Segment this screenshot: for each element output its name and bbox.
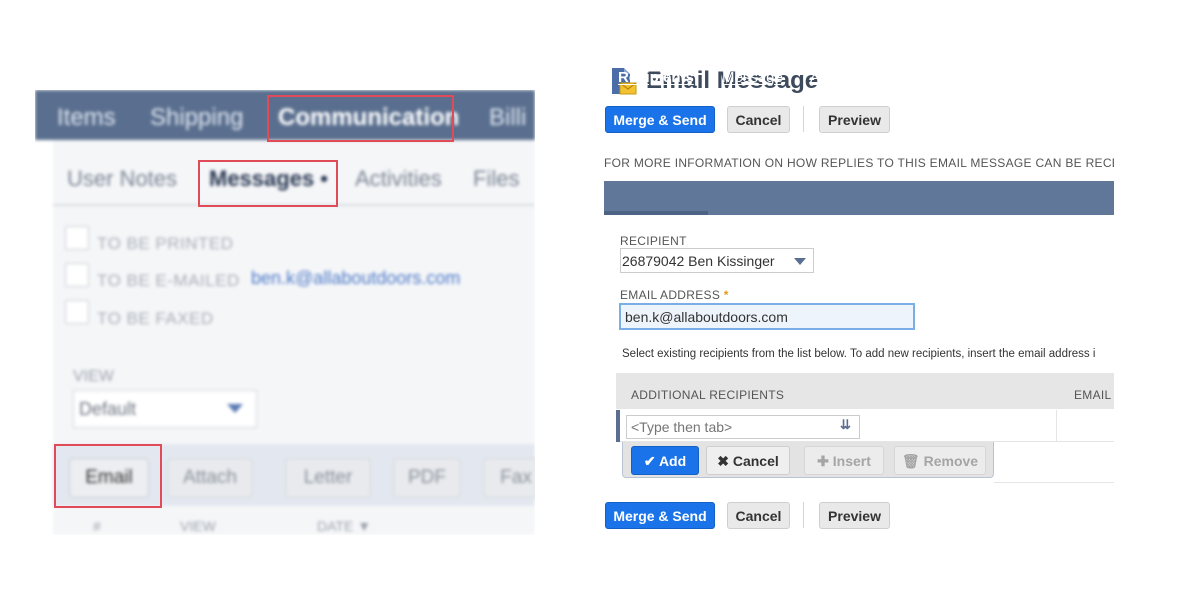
record-email-link[interactable]: ben.k@allaboutdoors.com bbox=[251, 268, 460, 289]
plus-icon: ✚ bbox=[817, 453, 829, 469]
active-row-marker bbox=[616, 410, 620, 442]
subtab-activities[interactable]: Activities bbox=[355, 166, 442, 192]
recipients-hint: Select existing recipients from the list… bbox=[622, 348, 1096, 360]
fax-button[interactable]: Fax bbox=[483, 458, 535, 498]
highlight-communication-tab bbox=[267, 95, 454, 142]
recipient-label: RECIPIENT bbox=[620, 234, 687, 248]
add-label: Add bbox=[658, 453, 687, 469]
column-additional-recipients: ADDITIONAL RECIPIENTS bbox=[631, 388, 785, 402]
recipient-select-value: 26879042 Ben Kissinger bbox=[622, 253, 775, 269]
preview-button[interactable]: Preview bbox=[819, 106, 890, 133]
insert-button[interactable]: ✚ Insert bbox=[804, 446, 884, 475]
view-select-value: Default bbox=[79, 399, 137, 419]
toolbar-divider bbox=[803, 106, 804, 132]
to-be-emailed-label: TO BE E-MAILED bbox=[97, 271, 240, 290]
to-be-printed-checkbox[interactable] bbox=[65, 226, 89, 250]
tab-attachments[interactable]: Attachments bbox=[810, 69, 893, 86]
chevron-down-icon bbox=[227, 404, 243, 413]
email-address-label-text: EMAIL ADDRESS bbox=[620, 288, 721, 302]
cancel-button-bottom[interactable]: Cancel bbox=[727, 502, 790, 529]
column-view: VIEW bbox=[180, 518, 216, 534]
close-icon: ✖ bbox=[717, 453, 729, 469]
remove-label: Remove bbox=[923, 453, 979, 469]
to-be-emailed-checkbox[interactable] bbox=[65, 263, 89, 287]
check-icon: ✔ bbox=[643, 453, 656, 469]
info-text: FOR MORE INFORMATION ON HOW REPLIES TO T… bbox=[604, 156, 1114, 170]
row-cancel-label: Cancel bbox=[732, 453, 779, 469]
attach-button[interactable]: Attach bbox=[167, 458, 253, 498]
column-number: # bbox=[93, 518, 101, 534]
form-subtab-bar bbox=[604, 181, 1114, 215]
preview-button-bottom[interactable]: Preview bbox=[819, 502, 890, 529]
row-cell-divider bbox=[1056, 410, 1057, 442]
cancel-button[interactable]: Cancel bbox=[727, 106, 790, 133]
tab-recipients[interactable]: Recipients bbox=[618, 69, 694, 86]
additional-recipient-input[interactable] bbox=[626, 415, 860, 439]
double-chevron-down-icon[interactable]: ⇊ bbox=[840, 417, 851, 433]
tab-billing[interactable]: Billi bbox=[489, 104, 526, 132]
remove-button[interactable]: 🗑 Remove bbox=[894, 446, 986, 475]
email-address-input[interactable] bbox=[619, 303, 915, 330]
active-tab-indicator bbox=[604, 211, 708, 215]
grid-bottom-border bbox=[994, 482, 1114, 483]
highlight-messages-subtab bbox=[198, 160, 338, 207]
column-date[interactable]: DATE ▼ bbox=[317, 518, 371, 534]
to-be-faxed-checkbox[interactable] bbox=[65, 300, 89, 324]
insert-label: Insert bbox=[832, 453, 871, 469]
tab-shipping[interactable]: Shipping bbox=[150, 104, 243, 132]
toolbar-divider-bottom bbox=[803, 502, 804, 528]
subtab-files[interactable]: Files bbox=[473, 166, 519, 192]
to-be-faxed-label: TO BE FAXED bbox=[97, 309, 214, 328]
email-message-form: Email Message Merge & Send Cancel Previe… bbox=[604, 60, 1114, 540]
email-address-label: EMAIL ADDRESS * bbox=[620, 288, 729, 302]
trash-icon: 🗑 bbox=[901, 453, 920, 469]
letter-button[interactable]: Letter bbox=[285, 458, 371, 498]
tab-message[interactable]: Message bbox=[722, 69, 783, 86]
record-communication-panel: Items Shipping Communication Billi User … bbox=[35, 90, 535, 535]
add-button[interactable]: ✔ Add bbox=[631, 446, 699, 475]
view-label: VIEW bbox=[73, 368, 114, 385]
required-marker: * bbox=[723, 288, 729, 302]
highlight-email-button bbox=[54, 444, 162, 508]
to-be-printed-label: TO BE PRINTED bbox=[97, 234, 234, 253]
tab-items[interactable]: Items bbox=[57, 104, 116, 132]
column-email: EMAIL bbox=[1074, 388, 1112, 402]
pdf-button[interactable]: PDF bbox=[393, 458, 461, 498]
row-cancel-button[interactable]: ✖ Cancel bbox=[706, 446, 790, 475]
chevron-down-icon[interactable] bbox=[794, 258, 806, 265]
subtab-user-notes[interactable]: User Notes bbox=[67, 166, 177, 192]
merge-send-button-bottom[interactable]: Merge & Send bbox=[605, 502, 715, 529]
merge-send-button[interactable]: Merge & Send bbox=[605, 106, 715, 133]
